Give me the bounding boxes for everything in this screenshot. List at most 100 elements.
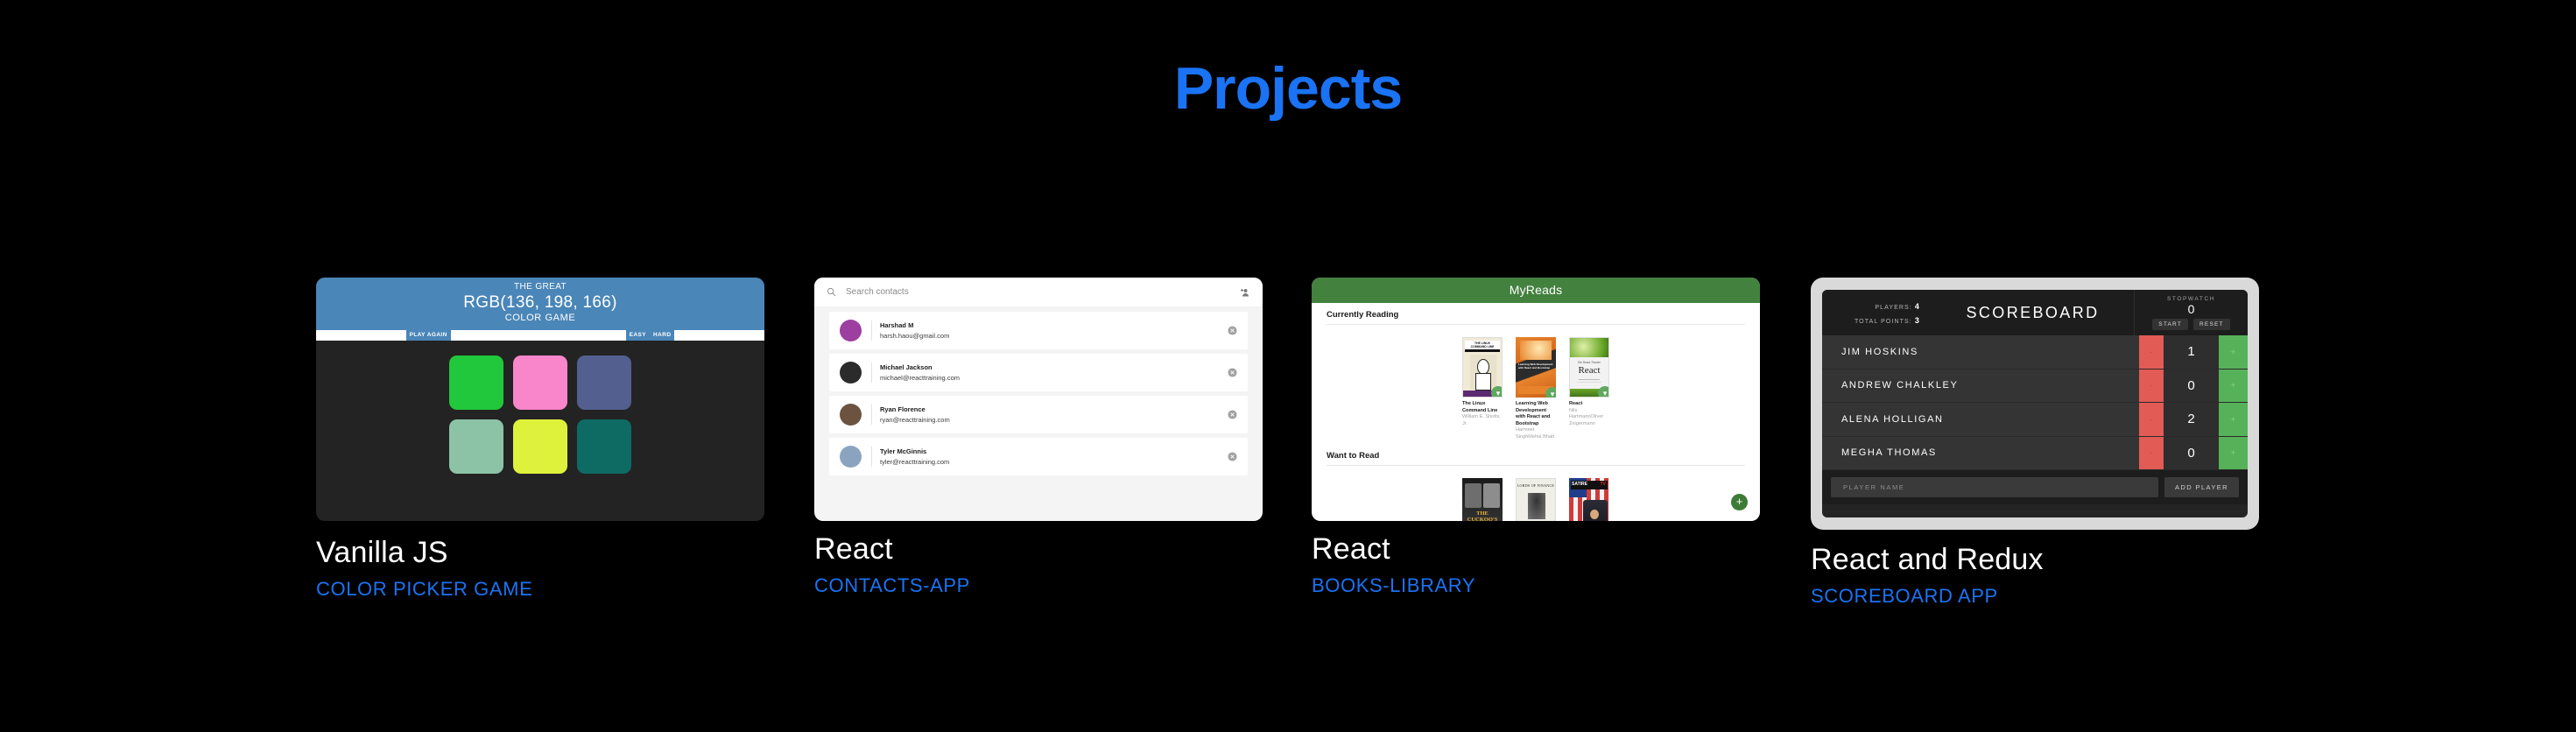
project-thumbnail-color-picker-game[interactable]: THE GREAT RGB(136, 198, 166) COLOR GAME …	[316, 278, 764, 521]
player-name-input[interactable]: PLAYER NAME	[1831, 477, 2159, 497]
project-thumbnail-books-library[interactable]: MyReads Currently Reading THE LINUX COMMA…	[1312, 278, 1760, 521]
toolbar-spacer-mid	[450, 329, 626, 341]
total-points-stat: TOTAL POINTS: 3	[1822, 314, 1920, 328]
contact-name: Harshad M	[880, 321, 914, 330]
toolbar-spacer-right	[674, 329, 764, 341]
color-game-subtitle: COLOR GAME	[504, 313, 576, 324]
project-thumbnail-contacts-app[interactable]: Search contacts Harshad M harsh.haou@gma…	[814, 278, 1263, 521]
search-input[interactable]: Search contacts	[846, 287, 1230, 297]
contact-email: tyler@reacttraining.com	[880, 457, 950, 466]
increment-score-button[interactable]: +	[2219, 403, 2248, 436]
contacts-app: Search contacts Harshad M harsh.haou@gma…	[814, 278, 1263, 521]
color-game-rgb-value: RGB(136, 198, 166)	[463, 292, 617, 312]
total-points-value: 3	[1914, 315, 1920, 325]
projects-page: Projects THE GREAT RGB(136, 198, 166) CO…	[0, 0, 2576, 732]
stopwatch-label: STOPWATCH	[2166, 296, 2216, 302]
project-card-contacts-app[interactable]: Search contacts Harshad M harsh.haou@gma…	[814, 278, 1263, 597]
scoreboard-header: PLAYERS: 4 TOTAL POINTS: 3 SCOREBOARD ST…	[1822, 290, 2248, 335]
contact-info: Michael Jackson michael@reacttraining.co…	[871, 362, 1218, 383]
book-item[interactable]: Learning Web Development with React and …	[1516, 337, 1556, 440]
avatar	[840, 320, 862, 341]
play-again-button[interactable]: PLAY AGAIN	[405, 329, 451, 341]
project-thumbnail-scoreboard-app[interactable]: PLAYERS: 4 TOTAL POINTS: 3 SCOREBOARD ST…	[1811, 278, 2259, 530]
decrement-score-button[interactable]: -	[2139, 436, 2164, 469]
book-item[interactable]: Die React-Theorie React ▾ React Nils Har…	[1569, 337, 1609, 440]
table-row: JIM HOSKINS - 1 +	[1822, 335, 2248, 370]
projects-row: THE GREAT RGB(136, 198, 166) COLOR GAME …	[0, 278, 2576, 715]
stopwatch-panel: STOPWATCH 0 START RESET	[2134, 290, 2248, 335]
search-icon	[827, 287, 836, 297]
project-card-scoreboard-app[interactable]: PLAYERS: 4 TOTAL POINTS: 3 SCOREBOARD ST…	[1811, 278, 2259, 608]
remove-contact-icon[interactable]	[1228, 326, 1237, 335]
player-name: MEGHA THOMAS	[1841, 447, 1937, 459]
book-cover: THE LINUX COMMAND LINE ▾	[1462, 337, 1503, 398]
stopwatch-start-button[interactable]: START	[2152, 318, 2189, 330]
decrement-score-button[interactable]: -	[2139, 369, 2164, 402]
color-swatch[interactable]	[513, 355, 567, 410]
add-player-button[interactable]: ADD PLAYER	[2164, 477, 2239, 497]
book-shelf-changer-icon[interactable]: ▾	[1491, 386, 1502, 397]
scoreboard-app: PLAYERS: 4 TOTAL POINTS: 3 SCOREBOARD ST…	[1822, 290, 2248, 517]
color-swatch[interactable]	[449, 355, 503, 410]
shelf-want-to-read: Want to Read THECUCKOO'SCALLING ▾ The Cu…	[1312, 440, 1760, 521]
contact-name: Tyler McGinnis	[880, 447, 927, 456]
myreads-app: MyReads Currently Reading THE LINUX COMMA…	[1312, 278, 1760, 521]
player-score: 0	[2164, 369, 2219, 402]
contacts-search-bar[interactable]: Search contacts	[814, 278, 1263, 306]
book-item[interactable]: THE LINUX COMMAND LINE ▾ The Linux Comman…	[1462, 337, 1503, 440]
contact-name: Michael Jackson	[880, 363, 933, 372]
contact-info: Ryan Florence ryan@reacttraining.com	[871, 405, 1218, 425]
color-swatch[interactable]	[513, 419, 567, 474]
book-cover: THECUCKOO'SCALLING ▾	[1462, 478, 1503, 521]
remove-contact-icon[interactable]	[1228, 410, 1237, 419]
project-name-label[interactable]: Contacts-App	[814, 574, 1263, 597]
project-card-books-library[interactable]: MyReads Currently Reading THE LINUX COMMA…	[1312, 278, 1760, 597]
color-game-header: THE GREAT RGB(136, 198, 166) COLOR GAME	[316, 278, 764, 329]
color-swatch[interactable]	[449, 419, 503, 474]
project-caption: React and Redux Scoreboard App	[1811, 543, 2259, 608]
hard-button[interactable]: HARD	[650, 329, 675, 341]
color-swatch[interactable]	[577, 419, 631, 474]
book-cover: Learning Web Development with React and …	[1516, 337, 1556, 398]
decrement-score-button[interactable]: -	[2139, 335, 2164, 369]
book-shelf-changer-icon[interactable]: ▾	[1545, 387, 1556, 398]
book-author: Nils HartmannOliver Zeigermann	[1569, 407, 1604, 426]
remove-contact-icon[interactable]	[1228, 452, 1237, 461]
list-item[interactable]: Michael Jackson michael@reacttraining.co…	[829, 354, 1248, 391]
list-item[interactable]: Tyler McGinnis tyler@reacttraining.com	[829, 438, 1248, 475]
color-swatch[interactable]	[577, 355, 631, 410]
book-title: React	[1569, 401, 1583, 406]
shelf-books: THE LINUX COMMAND LINE ▾ The Linux Comman…	[1327, 325, 1745, 440]
book-cover: SATIRE TV ▾	[1569, 478, 1609, 521]
contact-info: Harshad M harsh.haou@gmail.com	[871, 320, 1218, 341]
project-tech-label: React and Redux	[1811, 543, 2044, 576]
add-contact-icon[interactable]	[1240, 287, 1250, 298]
add-book-button[interactable]: +	[1731, 494, 1748, 510]
stopwatch-reset-button[interactable]: RESET	[2193, 318, 2230, 330]
decrement-score-button[interactable]: -	[2139, 403, 2164, 436]
remove-contact-icon[interactable]	[1228, 368, 1237, 377]
project-card-color-picker-game[interactable]: THE GREAT RGB(136, 198, 166) COLOR GAME …	[316, 278, 764, 601]
increment-score-button[interactable]: +	[2219, 369, 2248, 402]
easy-button[interactable]: EASY	[625, 329, 651, 341]
book-shelf-changer-icon[interactable]: ▾	[1598, 386, 1608, 397]
list-item[interactable]: Harshad M harsh.haou@gmail.com	[829, 312, 1248, 349]
scoreboard-stats: PLAYERS: 4 TOTAL POINTS: 3	[1822, 290, 1932, 335]
player-score: 0	[2164, 436, 2219, 469]
project-name-label[interactable]: Scoreboard App	[1811, 585, 2259, 608]
increment-score-button[interactable]: +	[2219, 335, 2248, 369]
color-swatch-grid	[316, 355, 764, 474]
project-tech-label: React	[1312, 532, 1390, 566]
project-name-label[interactable]: Color Picker Game	[316, 578, 764, 601]
book-author: Harmeet SinghMehul Bhatt	[1516, 427, 1555, 440]
increment-score-button[interactable]: +	[2219, 436, 2248, 469]
avatar	[840, 362, 862, 384]
book-item[interactable]: LORDS OF FINANCE THE BANKERSWHO BROKE TH…	[1516, 478, 1556, 521]
project-name-label[interactable]: Books-Library	[1312, 574, 1760, 597]
list-item[interactable]: Ryan Florence ryan@reacttraining.com	[829, 396, 1248, 433]
book-item[interactable]: THECUCKOO'SCALLING ▾ The Cuckoo's Callin…	[1462, 478, 1503, 521]
contacts-list: Harshad M harsh.haou@gmail.com Michael J…	[814, 306, 1263, 475]
book-title: The Linux Command Line	[1462, 401, 1498, 413]
book-item[interactable]: SATIRE TV ▾ Satire TV	[1569, 478, 1609, 521]
add-player-form: PLAYER NAME ADD PLAYER	[1822, 470, 2248, 504]
